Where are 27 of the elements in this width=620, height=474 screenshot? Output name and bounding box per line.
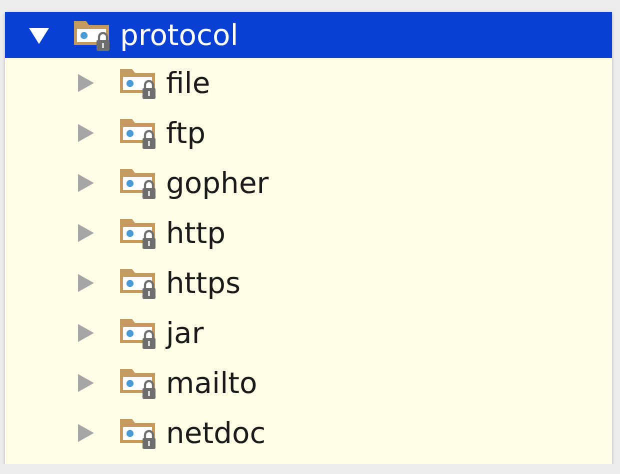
locked-folder-icon: [119, 166, 157, 200]
locked-folder-icon: [119, 266, 157, 300]
tree-item-label: protocol: [120, 20, 238, 50]
tree-item[interactable]: ftp: [5, 108, 612, 158]
locked-folder-icon: [119, 416, 157, 450]
tree-item-label: file: [166, 68, 210, 98]
tree-item-label: http: [166, 218, 226, 248]
tree-item[interactable]: protocol: [5, 12, 612, 58]
tree-item[interactable]: gopher: [5, 158, 612, 208]
locked-folder-icon: [119, 216, 157, 250]
tree-item[interactable]: jar: [5, 308, 612, 358]
tree-item-label: https: [166, 268, 241, 298]
tree-item-label: netdoc: [166, 418, 266, 448]
locked-folder-icon: [119, 316, 157, 350]
locked-folder-icon: [119, 366, 157, 400]
tree-item[interactable]: netdoc: [5, 408, 612, 458]
locked-folder-icon: [119, 116, 157, 150]
tree-item[interactable]: file: [5, 58, 612, 108]
tree-item[interactable]: mailto: [5, 358, 612, 408]
tree-item-label: ftp: [166, 118, 206, 148]
tree-item-label: mailto: [166, 368, 258, 398]
locked-folder-icon: [119, 66, 157, 100]
tree-item-label: gopher: [166, 168, 269, 198]
tree-item[interactable]: http: [5, 208, 612, 258]
tree-item[interactable]: https: [5, 258, 612, 308]
locked-folder-icon: [73, 18, 111, 52]
tree-item-label: jar: [166, 318, 204, 348]
